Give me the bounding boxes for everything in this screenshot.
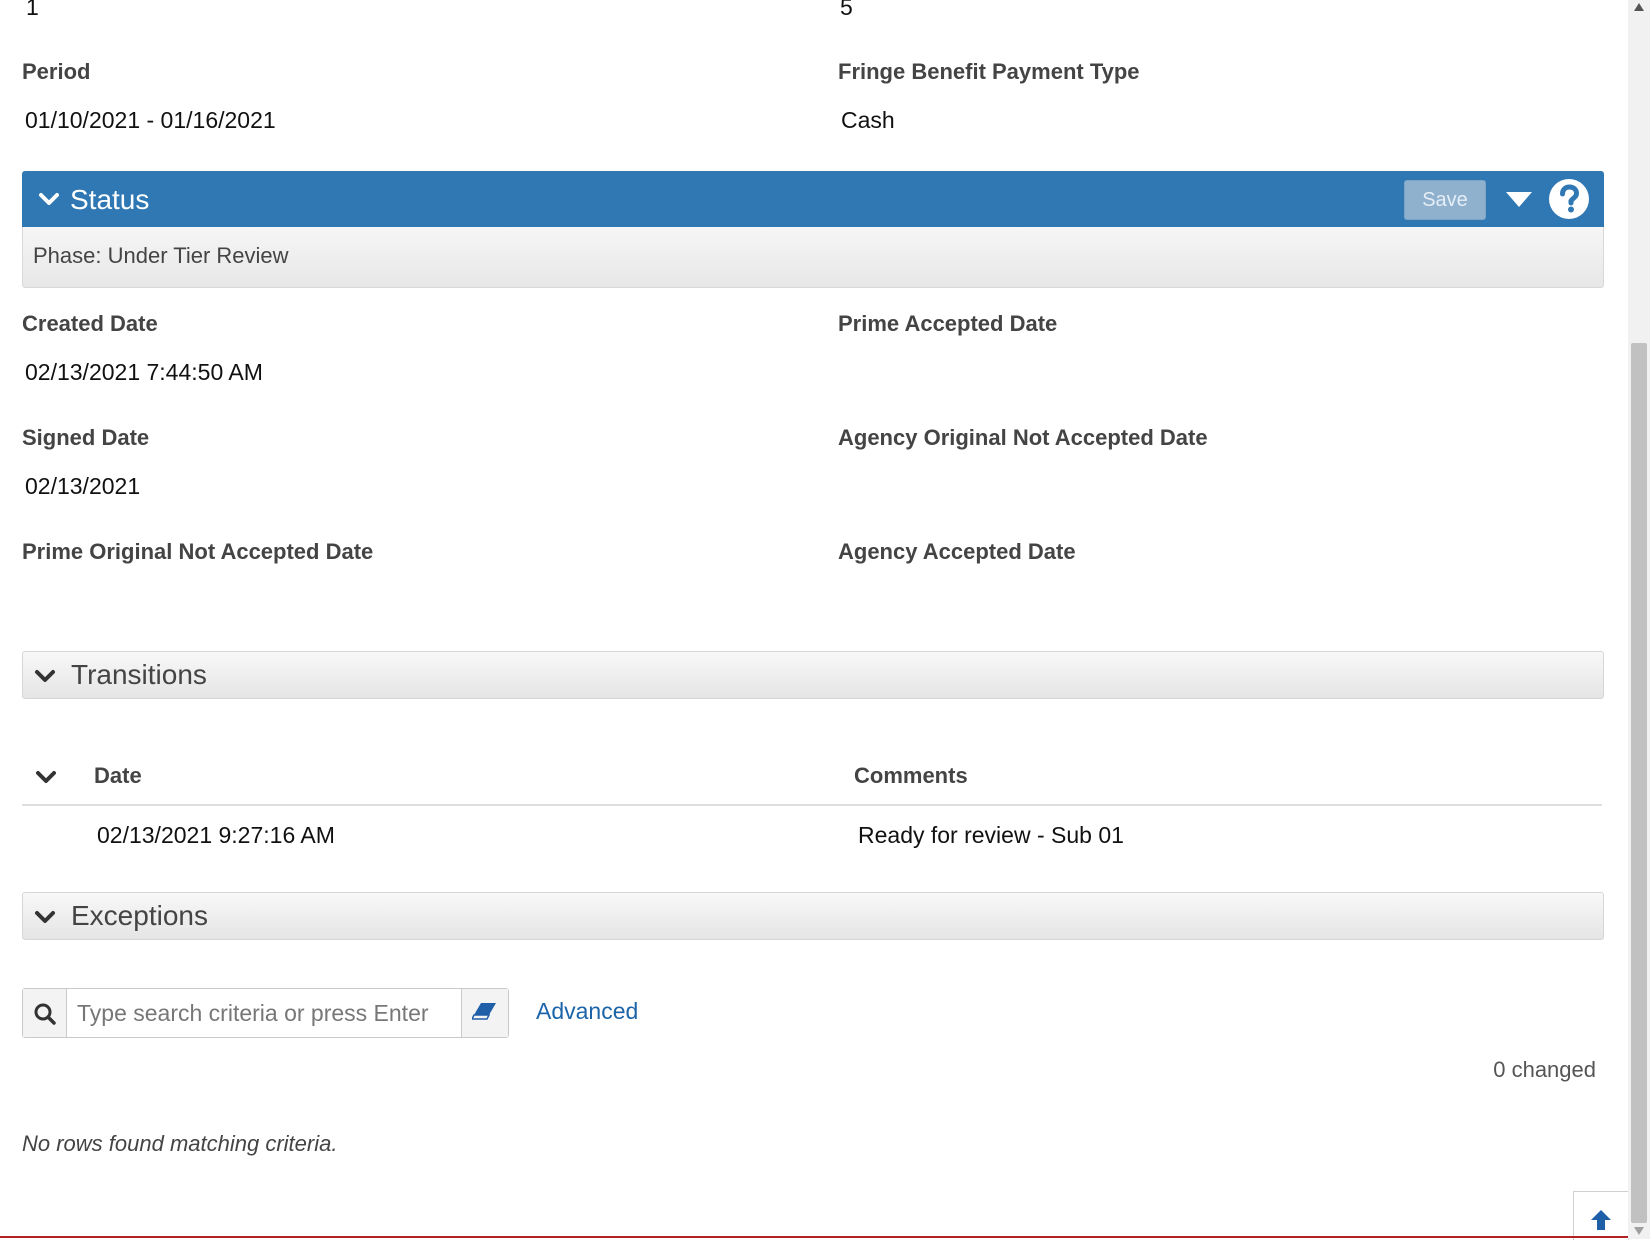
chevron-down-icon[interactable]	[35, 766, 57, 788]
empty-message: No rows found matching criteria.	[22, 1131, 338, 1156]
eraser-icon	[472, 1003, 496, 1020]
phase-text: Phase: Under Tier Review	[33, 243, 289, 268]
exceptions-section-header[interactable]: Exceptions	[22, 892, 1604, 940]
status-phase-panel: Phase: Under Tier Review	[22, 227, 1604, 288]
chevron-down-icon[interactable]	[34, 906, 56, 928]
advanced-link[interactable]: Advanced	[536, 998, 638, 1025]
vertical-scrollbar[interactable]	[1628, 0, 1650, 1239]
scrollbar-thumb[interactable]	[1631, 343, 1647, 1223]
chevron-down-icon[interactable]	[38, 188, 60, 210]
clear-search-button[interactable]	[461, 989, 508, 1037]
fringe-label: Fringe Benefit Payment Type	[838, 59, 1140, 84]
dropdown-arrow-icon[interactable]	[1504, 188, 1534, 210]
search-icon	[34, 1003, 56, 1025]
agency-original-not-accepted-date-label: Agency Original Not Accepted Date	[838, 425, 1208, 450]
top-left-value: 1	[26, 0, 39, 20]
search-button[interactable]	[23, 989, 67, 1037]
signed-date-value: 02/13/2021	[25, 473, 141, 499]
help-icon[interactable]	[1548, 178, 1590, 220]
back-to-top-button[interactable]	[1573, 1191, 1629, 1240]
prime-accepted-date-label: Prime Accepted Date	[838, 311, 1058, 336]
search-bar	[22, 988, 509, 1038]
exceptions-title: Exceptions	[71, 900, 208, 931]
transition-date-cell: 02/13/2021 9:27:16 AM	[97, 822, 335, 848]
transitions-title: Transitions	[71, 659, 207, 690]
transition-comments-cell: Ready for review - Sub 01	[858, 822, 1124, 848]
created-date-label: Created Date	[22, 311, 158, 336]
changed-count: 0 changed	[1493, 1057, 1596, 1082]
search-input[interactable]	[67, 989, 459, 1037]
scroll-down-arrow-icon[interactable]	[1633, 1226, 1645, 1236]
column-header-comments[interactable]: Comments	[854, 763, 968, 789]
chevron-down-icon[interactable]	[34, 665, 56, 687]
table-row[interactable]: 02/13/2021 9:27:16 AM Ready for review -…	[22, 806, 1602, 862]
agency-accepted-date-label: Agency Accepted Date	[838, 539, 1076, 564]
signed-date-label: Signed Date	[22, 425, 150, 450]
fringe-value: Cash	[841, 107, 895, 133]
bottom-border	[0, 1236, 1628, 1238]
scroll-up-arrow-icon[interactable]	[1633, 2, 1645, 12]
column-header-date[interactable]: Date	[94, 763, 142, 789]
period-label: Period	[22, 59, 91, 84]
save-button[interactable]: Save	[1404, 180, 1486, 220]
transitions-section-header[interactable]: Transitions	[22, 651, 1604, 699]
period-value: 01/10/2021 - 01/16/2021	[25, 107, 276, 133]
top-right-value: 5	[840, 0, 853, 20]
status-title: Status	[70, 184, 150, 215]
prime-original-not-accepted-date-label: Prime Original Not Accepted Date	[22, 539, 374, 564]
created-date-value: 02/13/2021 7:44:50 AM	[25, 359, 263, 385]
arrow-up-icon	[1591, 1210, 1611, 1230]
status-header[interactable]: Status Save	[22, 171, 1604, 227]
